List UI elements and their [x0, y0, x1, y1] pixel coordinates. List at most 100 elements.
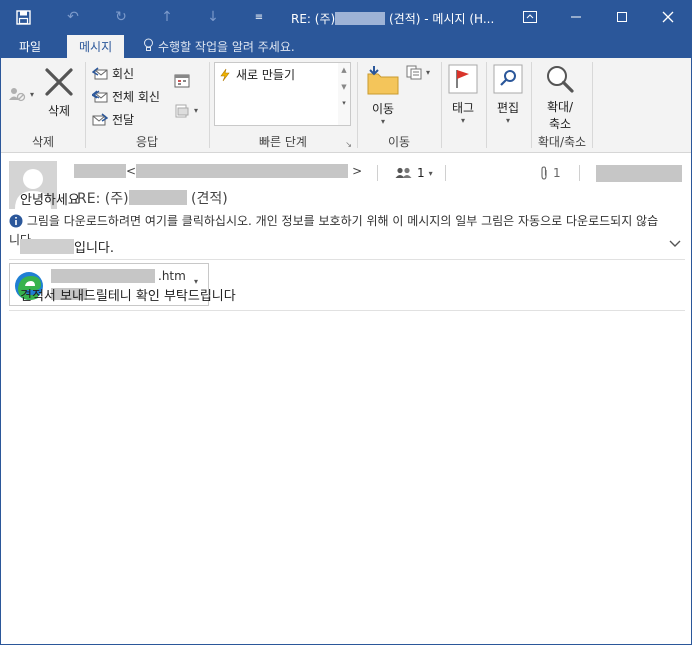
ribbon: ▾ 삭제 삭제 회신 전체 회신 전달 ▾ 응답 새로 만들기 ▲ ▼ ▾ 빠른… — [1, 58, 691, 153]
undo-icon[interactable]: ↶ — [55, 1, 91, 33]
body-intro-suffix: 입니다. — [74, 241, 115, 256]
title-prefix: RE: (주) — [291, 12, 336, 26]
tab-message[interactable]: 메시지 — [67, 35, 125, 58]
delete-label: 삭제 — [47, 104, 71, 118]
outlook-message-window: ↶ ↻ ↑ ↓ ≡ RE: (주) (견적) - 메시지 (H... 파일 메시… — [0, 0, 692, 645]
customize-toolbar-icon[interactable]: ≡ — [241, 1, 277, 33]
redo-icon[interactable]: ↻ — [103, 1, 139, 33]
redacted-company — [128, 190, 187, 205]
group-zoom: 확대/ 축소 확대/축소 — [532, 58, 592, 152]
header-divider — [377, 165, 378, 181]
group-label-move: 이동 — [387, 135, 411, 149]
meeting-button[interactable] — [174, 73, 190, 88]
sender-line[interactable]: < > — [74, 163, 362, 179]
quick-steps-gallery: 새로 만들기 — [214, 62, 340, 126]
tab-file[interactable]: 파일 — [7, 35, 53, 58]
previous-item-icon[interactable]: ↑ — [149, 1, 185, 33]
reply-icon — [92, 67, 108, 80]
group-label-respond: 응답 — [135, 135, 159, 149]
info-icon — [9, 214, 23, 232]
tell-me-text: 수행할 작업을 알려 주세요. — [158, 40, 295, 54]
close-button[interactable] — [645, 1, 691, 33]
subject-suffix: (견적) — [186, 191, 228, 207]
redacted-sender-name — [74, 164, 126, 178]
group-quick-steps: 새로 만들기 ▲ ▼ ▾ 빠른 단계 ↘ — [210, 58, 356, 152]
expand-header-icon[interactable] — [669, 237, 681, 251]
group-delete: ▾ 삭제 삭제 — [1, 58, 85, 152]
maximize-button[interactable] — [599, 1, 645, 33]
delete-x-icon — [45, 68, 73, 96]
quick-steps-scroll[interactable]: ▲ ▼ ▾ — [338, 62, 351, 126]
move-button[interactable]: 이동 ▾ — [366, 64, 400, 126]
zoom-label-2: 축소 — [548, 117, 572, 131]
ribbon-tab-bar: 파일 메시지 수행할 작업을 알려 주세요. — [1, 33, 691, 58]
forward-icon — [92, 113, 108, 126]
minimize-button[interactable] — [553, 1, 599, 33]
save-icon[interactable] — [5, 1, 41, 33]
forward-button[interactable]: 전달 — [92, 111, 134, 128]
expand-gallery-icon[interactable]: ▾ — [338, 99, 350, 107]
redacted-sender-email — [136, 164, 349, 178]
editing-label: 편집 — [496, 101, 520, 115]
more-respond-icon — [175, 104, 189, 118]
move-label: 이동 — [371, 102, 395, 116]
message-subject: RE: (주) (견적) — [77, 188, 228, 208]
rules-button[interactable]: ▾ — [406, 65, 430, 80]
redacted-sender-company — [20, 239, 74, 254]
attachment-extension: .htm — [158, 269, 186, 283]
ribbon-separator — [592, 62, 593, 148]
group-label-zoom: 확대/축소 — [537, 135, 587, 149]
tell-me-box[interactable]: 수행할 작업을 알려 주세요. — [143, 38, 295, 55]
tags-button[interactable]: 태그 ▾ — [448, 64, 478, 125]
group-label-delete: 삭제 — [31, 135, 55, 149]
window-title: RE: (주) (견적) - 메시지 (H... — [291, 10, 494, 27]
group-move: 이동 ▾ ▾ 이동 — [358, 58, 440, 152]
reply-all-button[interactable]: 전체 회신 — [92, 88, 160, 105]
body-intro: 입니다. — [20, 237, 114, 256]
delete-button[interactable]: 삭제 — [43, 66, 75, 119]
reply-button[interactable]: 회신 — [92, 65, 134, 82]
dialog-launcher-icon[interactable]: ↘ — [345, 140, 352, 149]
people-icon — [395, 167, 412, 178]
quick-step-new[interactable]: 새로 만들기 — [218, 66, 295, 83]
zoom-label-1: 확대/ — [546, 100, 574, 114]
meeting-icon — [174, 74, 190, 88]
scroll-down-icon[interactable]: ▼ — [338, 83, 350, 91]
find-icon — [493, 64, 523, 94]
ribbon-display-options-button[interactable] — [507, 1, 553, 33]
group-respond: 회신 전체 회신 전달 ▾ 응답 — [86, 58, 208, 152]
zoom-icon — [547, 66, 574, 93]
redacted-timestamp — [596, 165, 682, 182]
attachment-separator — [9, 310, 685, 311]
editing-button[interactable]: 편집 ▾ — [493, 64, 523, 125]
sender-bracket-open: < — [126, 164, 137, 178]
ignore-button[interactable]: ▾ — [8, 86, 34, 102]
reply-all-icon — [92, 90, 108, 103]
next-item-icon[interactable]: ↓ — [195, 1, 231, 33]
more-respond-button[interactable]: ▾ — [174, 103, 198, 118]
group-editing: 편집 ▾ — [487, 58, 531, 152]
redacted-company — [335, 12, 386, 25]
chevron-down-icon: ▾ — [460, 116, 465, 125]
scroll-up-icon[interactable]: ▲ — [338, 66, 350, 74]
chevron-down-icon: ▾ — [30, 89, 35, 99]
paperclip-icon — [541, 166, 547, 180]
zoom-button[interactable]: 확대/ 축소 — [544, 64, 576, 132]
sender-bracket-close: > — [352, 164, 363, 178]
reply-all-label: 전체 회신 — [112, 90, 160, 104]
tags-label: 태그 — [451, 101, 475, 115]
attachment-count: 1 — [539, 166, 561, 180]
redacted-attachment-name — [51, 269, 155, 283]
group-label-quick-steps: 빠른 단계 — [259, 135, 307, 149]
attachment-count-value: 1 — [553, 166, 561, 180]
header-divider — [445, 165, 446, 181]
body-greeting: 안녕하세요 — [20, 193, 80, 208]
flag-icon — [448, 64, 478, 94]
move-folder-icon — [367, 66, 399, 95]
lightning-icon — [220, 68, 230, 81]
forward-label: 전달 — [112, 113, 135, 127]
subject-prefix: RE: (주) — [77, 191, 129, 207]
title-bar: ↶ ↻ ↑ ↓ ≡ RE: (주) (견적) - 메시지 (H... — [1, 1, 691, 33]
recipients-button[interactable]: 1 ▾ — [395, 166, 433, 180]
header-separator — [9, 259, 685, 260]
